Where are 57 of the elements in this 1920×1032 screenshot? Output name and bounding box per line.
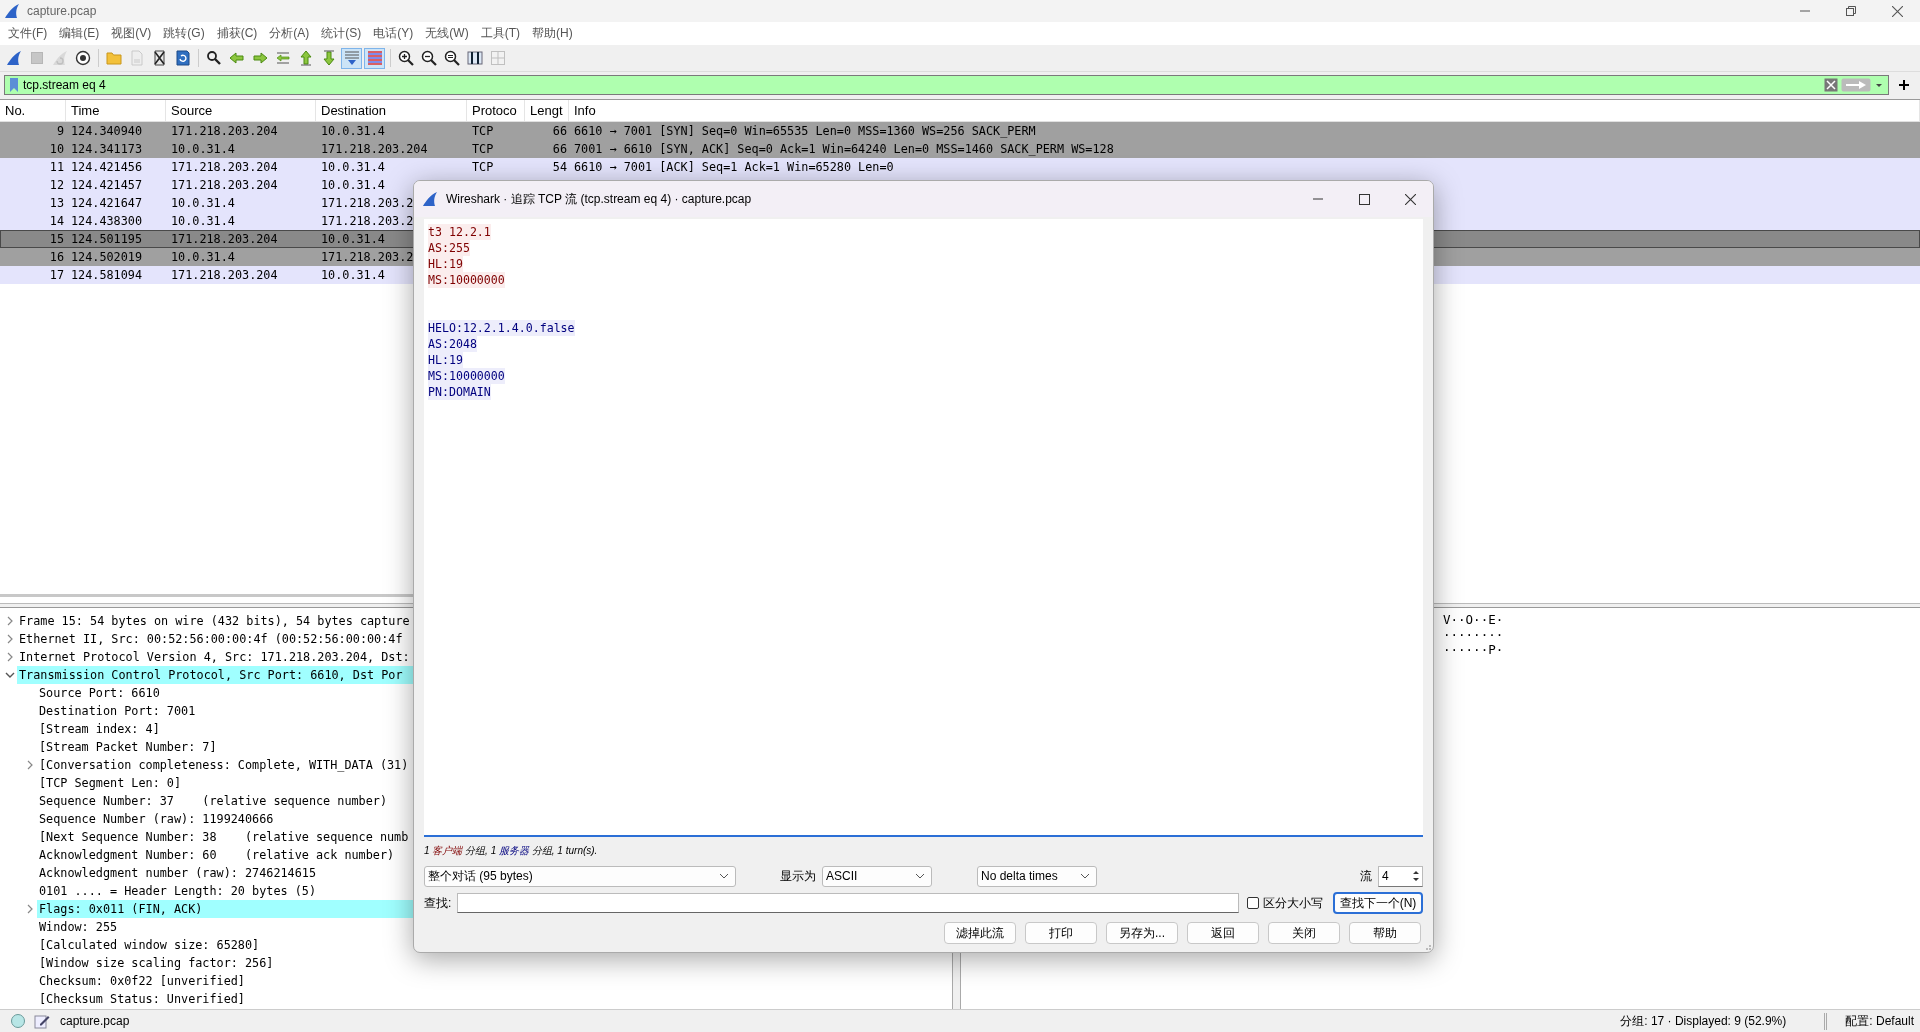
table-cell-text: 124.501195 [70, 232, 144, 246]
table-cell-text: 14 [48, 214, 65, 228]
ascii-dump-line: ······P· [1443, 642, 1504, 657]
table-cell-text: 13 [48, 196, 65, 210]
table-cell-text: 124.340940 [70, 124, 144, 138]
table-cell-text: 16 [48, 250, 65, 264]
table-cell-text: 171.218.203.204 [170, 178, 279, 192]
show-as-label: 显示为 [780, 867, 816, 885]
table-cell-text: 124.341173 [70, 142, 144, 156]
ascii-dump-line: V··O··E· [1443, 612, 1504, 627]
table-cell-text: 171.218.203.2 [320, 250, 414, 264]
table-cell-text: 54 [551, 160, 568, 174]
table-cell-text: 124.581094 [70, 268, 144, 282]
filter-text: tcp.stream eq 4 [22, 78, 107, 92]
table-cell-text: 171.218.203.2 [320, 214, 414, 228]
table-cell-text: 66 [551, 124, 568, 138]
table-cell-text: 171.218.203.204 [320, 142, 429, 156]
table-cell-text: 6610 → 7001 [SYN] Seq=0 Win=65535 Len=0 MSS=1360 WS=256 SACK_PERM [573, 124, 1036, 138]
file-name: capture.pcap [60, 1014, 130, 1028]
table-cell-text: 171.218.203.204 [170, 268, 279, 282]
table-cell-text: TCP [471, 160, 495, 174]
table-cell-text: 124.421456 [70, 160, 144, 174]
table-cell-text: 15 [48, 232, 65, 246]
table-cell-text: 10.0.31.4 [170, 142, 236, 156]
table-cell-text: 10.0.31.4 [320, 124, 386, 138]
table-cell-text: 7001 → 6610 [SYN, ACK] Seq=0 Ack=1 Win=64240 Len=0 MSS=1460 SACK_PERM WS=128 [573, 142, 1114, 156]
find-label: 查找: [424, 894, 452, 912]
table-cell-text: 124.502019 [70, 250, 144, 264]
table-cell-text: 10.0.31.4 [320, 160, 386, 174]
window-title: capture.pcap [27, 4, 97, 18]
ascii-dump-line: ········ [1443, 627, 1504, 642]
table-cell-text: TCP [471, 124, 495, 138]
table-cell-text: 171.218.203.204 [170, 160, 279, 174]
table-cell-text: TCP [471, 142, 495, 156]
table-cell-text: 10.0.31.4 [320, 178, 385, 192]
table-cell-text: 124.421647 [70, 196, 144, 210]
table-cell-text: 11 [48, 160, 65, 174]
packet-count: 分组: 17 · Displayed: 9 (52.9%) [1620, 1012, 1787, 1030]
table-cell-text: 10 [48, 142, 65, 156]
table-cell-text: 124.438300 [70, 214, 144, 228]
table-cell-text: 12 [48, 178, 65, 192]
table-cell-text: 10.0.31.4 [170, 196, 236, 210]
table-cell-text: 10.0.31.4 [170, 214, 236, 228]
table-cell-text: 171.218.203.2 [320, 196, 414, 210]
table-cell-text: 124.421457 [70, 178, 144, 192]
table-cell-text: 10.0.31.4 [320, 268, 385, 282]
table-cell-text: 171.218.203.204 [170, 124, 279, 138]
table-cell-text: 66 [551, 142, 568, 156]
table-cell-text: 9 [55, 124, 65, 138]
table-cell-text: 17 [48, 268, 65, 282]
table-cell-text: 171.218.203.204 [170, 232, 279, 246]
table-cell-text: 6610 → 7001 [ACK] Seq=1 Ack=1 Win=65280 Len=0 [573, 160, 894, 174]
stream-label: 流 [1360, 867, 1372, 885]
stream-summary: 1 客户端 分组, 1 服务器 分组, 1 turn(s). [424, 844, 599, 856]
table-cell-text: 10.0.31.4 [170, 250, 236, 264]
dialog-title: Wireshark · 追踪 TCP 流 (tcp.stream eq 4) · capture.pcap [446, 190, 752, 208]
table-cell-text: 10.0.31.4 [320, 232, 385, 246]
